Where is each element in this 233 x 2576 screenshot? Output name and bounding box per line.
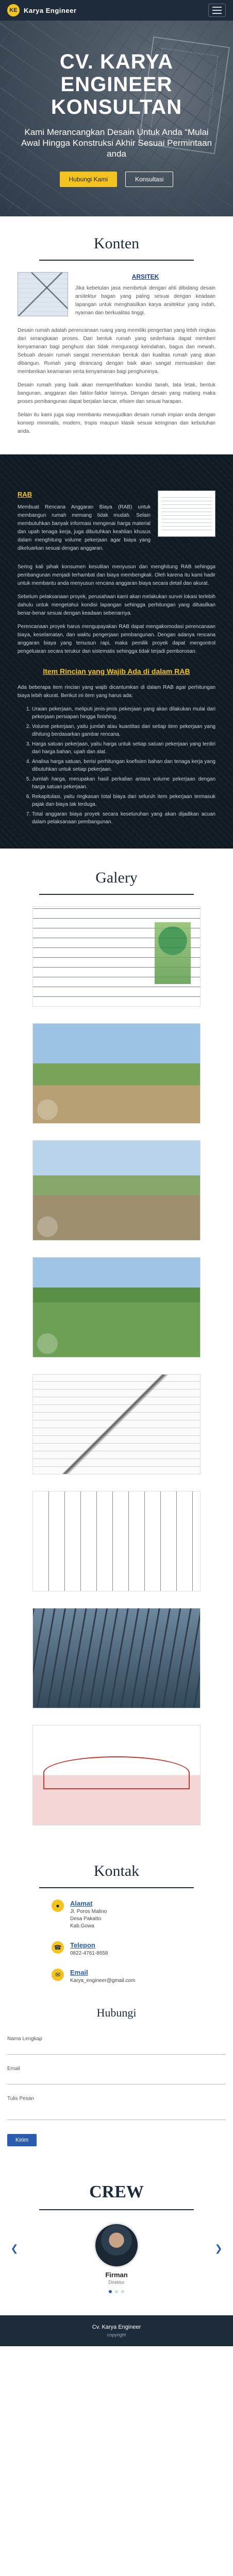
carousel-dot[interactable] [115,2290,118,2293]
consultation-button[interactable]: Konsultasi [125,171,174,187]
name-field-label: Nama Lengkap [7,2036,42,2042]
submit-button[interactable]: Kirim [7,2134,37,2146]
crew-name: Firman [105,2271,128,2279]
gallery-image[interactable] [32,1608,201,1708]
gallery-image[interactable] [32,1257,201,1358]
gallery-image[interactable] [32,1140,201,1241]
title-divider [39,1887,194,1888]
email-icon: ✉ [52,1969,64,1981]
email-field-label: Email [7,2066,21,2072]
crew-section: CREW ❮ Firman Direktur ❯ [0,2167,233,2315]
contact-value: Karya_engineer@gmail.com [70,1978,136,1984]
title-divider [39,894,194,895]
contact-form-title: Hubungi [96,2006,137,2019]
email-input[interactable] [7,2076,226,2084]
crew-card: Firman Direktur [92,2223,141,2285]
gallery-image[interactable] [32,1023,201,1124]
arsitek-paragraph: Desain rumah adalah perencanaan ruang ya… [18,328,215,375]
hero-subtitle: Kami Merancangkan Desain Untuk Anda “Mul… [21,127,212,159]
message-textarea[interactable] [7,2105,226,2120]
gallery-image[interactable] [32,1725,201,1825]
list-item: Analisa harga satuan, berisi perhitungan… [32,758,215,773]
arsitek-paragraph: Selain itu kami juga siap membantu mewuj… [18,412,215,434]
arsitek-article: ARSITEK Jika kebetulan jasa membetuk den… [0,272,233,436]
contact-label: Alamat [70,1900,93,1907]
brand[interactable]: KE Karya Engineer [7,4,76,16]
contact-form-section: Hubungi Nama Lengkap Email Tulis Pesan K… [0,2001,233,2167]
list-item: Uraian pekerjaan, meliputi jenis-jenis p… [32,705,215,721]
hero-actions: Hubungi Kami Konsultasi [59,171,174,187]
contact-label[interactable]: Telepon [70,1941,108,1949]
email-field-group: Email [7,2066,226,2084]
list-item: Harga satuan pekerjaan, yaitu harga untu… [32,740,215,756]
message-field-group: Tulis Pesan [7,2096,226,2123]
brand-name: Karya Engineer [24,6,77,14]
hero-title: CV. KARYA ENGINEER KONSULTAN [51,50,182,118]
carousel-dot[interactable] [109,2290,112,2293]
section-title-crew: CREW [89,2182,144,2201]
section-title-konten: Konten [93,235,140,252]
list-item: Total anggaran biaya proyek secara kesel… [32,810,215,826]
rab-subtitle: Item Rincian yang Wajib Ada di dalam RAB [43,667,190,675]
list-item: Jumlah harga, merupakan hasil perkalian … [32,775,215,791]
location-pin-icon: ● [52,1900,64,1912]
message-field-label: Tulis Pesan [7,2096,34,2102]
hamburger-menu-icon[interactable] [208,4,226,17]
phone-icon: ☎ [52,1941,64,1954]
rab-spreadsheet-image [158,490,215,537]
contact-email: ✉ Email Karya_engineer@gmail.com [0,1969,233,1985]
hero-section: CV. KARYA ENGINEER KONSULTAN Kami Meranc… [0,21,233,216]
contact-value: 0822-4761-8658 [70,1951,108,1956]
contact-phone: ☎ Telepon 0822-4761-8658 [0,1941,233,1957]
section-title-kontak: Kontak [93,1862,140,1879]
rab-paragraph: Membuat Rencana Anggaran Biaya (RAB) unt… [18,504,151,551]
arsitek-paragraph: Desain rumah yang baik akan memperlihatk… [18,382,215,404]
list-item: Rekapitulasi, yaitu ringkasan total biay… [32,793,215,808]
name-input[interactable] [7,2046,226,2055]
navbar: KE Karya Engineer [0,0,233,21]
arsitek-paragraph: Jika kebetulan jasa membetuk dengan ahli… [75,285,215,316]
name-field-group: Nama Lengkap [7,2036,226,2055]
rab-paragraph: Sering kali pihak konsumen kesulitan men… [18,564,215,586]
section-title-galery: Galery [95,869,138,886]
rab-intro: Ada beberapa item rincian yang wajib dic… [18,685,215,699]
avatar [94,2223,139,2268]
crew-carousel: ❮ Firman Direktur ❯ [0,2223,233,2300]
gallery-image[interactable] [32,1374,201,1475]
arsitek-heading: ARSITEK [131,273,159,280]
contact-value: Jl. Poros Malino Desa Pakatto Kab.Gowa [70,1909,107,1929]
kontak-section: Kontak ● Alamat Jl. Poros Malino Desa Pa… [0,1852,233,2001]
rab-paragraph: Sebelum pelaksanaan proyek, perusahaan k… [18,594,215,616]
contact-label[interactable]: Email [70,1969,135,1976]
chevron-right-icon[interactable]: ❯ [213,2243,224,2253]
footer-text: Cv. Karya Engineer [92,2324,141,2330]
contact-address: ● Alamat Jl. Poros Malino Desa Pakatto K… [0,1900,233,1930]
rab-heading: RAB [18,490,32,498]
footer: Cv. Karya Engineer copyright [0,2315,233,2346]
list-item: Volume pekerjaan, yaitu jumlah atau kuan… [32,723,215,738]
contact-us-button[interactable]: Hubungi Kami [59,171,117,187]
title-divider [39,2209,194,2210]
gallery-image[interactable] [32,1491,201,1591]
chevron-left-icon[interactable]: ❮ [9,2243,20,2253]
carousel-indicators [0,2290,233,2293]
rab-paragraph: Perencanaan proyek harus mengupayakan RA… [18,624,215,654]
galery-section: Galery [0,849,233,1852]
rab-item-list: Uraian pekerjaan, meliputi jenis-jenis p… [18,705,215,826]
brand-logo: KE [7,4,20,16]
carousel-dot[interactable] [121,2290,124,2293]
footer-copyright: copyright [107,2332,126,2337]
gallery-image[interactable] [32,906,201,1007]
architect-drawing-image [18,272,68,316]
rab-section: RAB Membuat Rencana Anggaran Biaya (RAB)… [0,454,233,849]
title-divider [39,260,194,261]
konten-section: Konten ARSITEK Jika kebetulan jasa membe… [0,216,233,454]
crew-role: Direktur [108,2280,125,2285]
